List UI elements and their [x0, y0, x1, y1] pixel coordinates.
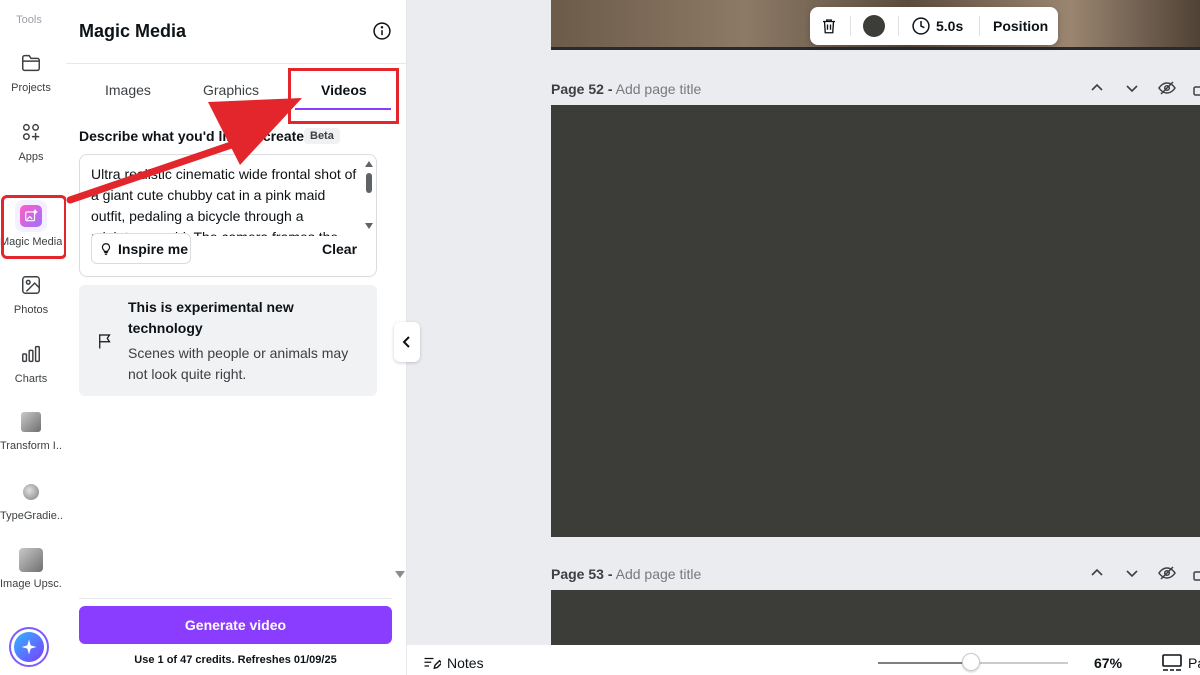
notes-button[interactable]: Notes [423, 655, 484, 671]
page-52-canvas[interactable] [551, 105, 1200, 537]
panel-title: Magic Media [79, 21, 187, 41]
lock-page-icon[interactable] [1192, 80, 1200, 96]
rail-item-typegradient[interactable]: TypeGradie... [0, 482, 62, 544]
rail-item-label: TypeGradie... [0, 510, 62, 522]
zoom-percentage[interactable]: 67% [1094, 655, 1122, 671]
notice-title: This is experimental new technology [128, 299, 294, 336]
inspire-me-button[interactable]: Inspire me [91, 233, 191, 264]
divider [66, 63, 407, 64]
divider [79, 598, 392, 599]
trash-icon[interactable] [820, 16, 838, 36]
zoom-slider-fill [878, 662, 972, 664]
add-page-title[interactable]: Add page title [616, 566, 702, 582]
color-swatch[interactable] [863, 15, 885, 37]
videos-tab-highlight-annotation [288, 68, 399, 124]
chevron-left-icon [402, 336, 410, 348]
rail-item-transform-image[interactable]: Transform I... [0, 412, 62, 474]
rail-tools-label: Tools [16, 14, 42, 26]
bottom-bar: Notes 67% Pages [407, 645, 1200, 675]
rail-item-photos[interactable]: Photos [0, 274, 62, 336]
tab-images[interactable]: Images [105, 82, 151, 98]
lock-page-icon[interactable] [1192, 565, 1200, 581]
rail-item-label: Photos [13, 304, 49, 316]
add-page-title[interactable]: Add page title [616, 81, 702, 97]
prompt-text[interactable]: Ultra realistic cinematic wide frontal s… [91, 164, 359, 236]
info-icon[interactable] [372, 21, 392, 41]
clear-button[interactable]: Clear [322, 241, 357, 257]
chevron-down-icon[interactable] [1124, 565, 1140, 581]
collapse-panel-button[interactable] [394, 322, 420, 362]
pages-label: Pages [1188, 655, 1200, 671]
flag-icon [99, 334, 111, 349]
rail-item-label: Image Upsc... [0, 578, 62, 590]
rail-item-projects[interactable]: Projects [0, 52, 62, 114]
chevron-up-icon[interactable] [1089, 565, 1105, 581]
typegradient-icon [23, 484, 39, 500]
duration-button[interactable]: 5.0s [936, 18, 963, 34]
generate-video-button[interactable]: Generate video [79, 606, 392, 644]
rail-item-label: Charts [14, 373, 48, 385]
experimental-notice: This is experimental new technology Scen… [79, 285, 377, 396]
folder-icon [22, 54, 40, 72]
page-number: Page 53 - [551, 566, 613, 582]
hide-page-icon[interactable] [1158, 80, 1176, 96]
image-upscaler-icon [19, 548, 43, 572]
tab-graphics[interactable]: Graphics [203, 82, 259, 98]
prompt-scrollbar[interactable] [365, 159, 373, 231]
beta-badge: Beta [304, 128, 340, 144]
pages-icon [1162, 654, 1182, 671]
rail-item-label: Transform I... [0, 440, 62, 452]
sparkle-icon [21, 639, 37, 655]
clock-icon [912, 17, 930, 35]
chevron-up-icon[interactable] [1089, 80, 1105, 96]
notes-label: Notes [447, 655, 484, 671]
page-53-canvas[interactable] [551, 590, 1200, 645]
magic-media-panel: Magic Media Images Graphics Videos Descr… [66, 0, 407, 675]
lightbulb-icon [101, 242, 111, 255]
left-rail: Tools Projects Apps Magic Media Photos C… [0, 0, 66, 675]
page-52-header: Page 52 - Add page title [551, 81, 701, 97]
credits-text: Use 1 of 47 credits. Refreshes 01/09/25 [134, 654, 337, 666]
panel-scroll-down-arrow[interactable] [395, 571, 405, 578]
notes-icon [424, 657, 441, 670]
rail-item-label: Projects [11, 82, 51, 94]
rail-item-charts[interactable]: Charts [0, 343, 62, 405]
hide-page-icon[interactable] [1158, 565, 1176, 581]
prompt-input[interactable]: Ultra realistic cinematic wide frontal s… [79, 154, 377, 277]
chevron-down-icon[interactable] [1124, 80, 1140, 96]
page-53-header: Page 53 - Add page title [551, 566, 701, 582]
chart-icon [22, 345, 40, 363]
rail-item-label: Apps [18, 151, 44, 163]
transform-image-icon [21, 412, 41, 432]
rail-highlight-annotation [1, 195, 67, 259]
apps-icon [22, 123, 40, 141]
notice-body: Scenes with people or animals may not lo… [128, 345, 349, 382]
page-number: Page 52 - [551, 81, 613, 97]
pages-button[interactable]: Pages [1162, 654, 1200, 672]
prompt-label: Describe what you'd like to create [79, 128, 305, 144]
zoom-slider[interactable] [878, 653, 1068, 671]
context-toolbar: 5.0s Position [810, 7, 1058, 45]
photo-icon [22, 276, 40, 294]
magic-assistant-button[interactable] [9, 627, 49, 667]
rail-item-image-upscaler[interactable]: Image Upsc... [0, 548, 62, 610]
zoom-slider-handle[interactable] [962, 653, 981, 671]
inspire-me-label: Inspire me [118, 240, 189, 257]
rail-item-apps[interactable]: Apps [0, 121, 62, 183]
position-button[interactable]: Position [993, 18, 1048, 34]
